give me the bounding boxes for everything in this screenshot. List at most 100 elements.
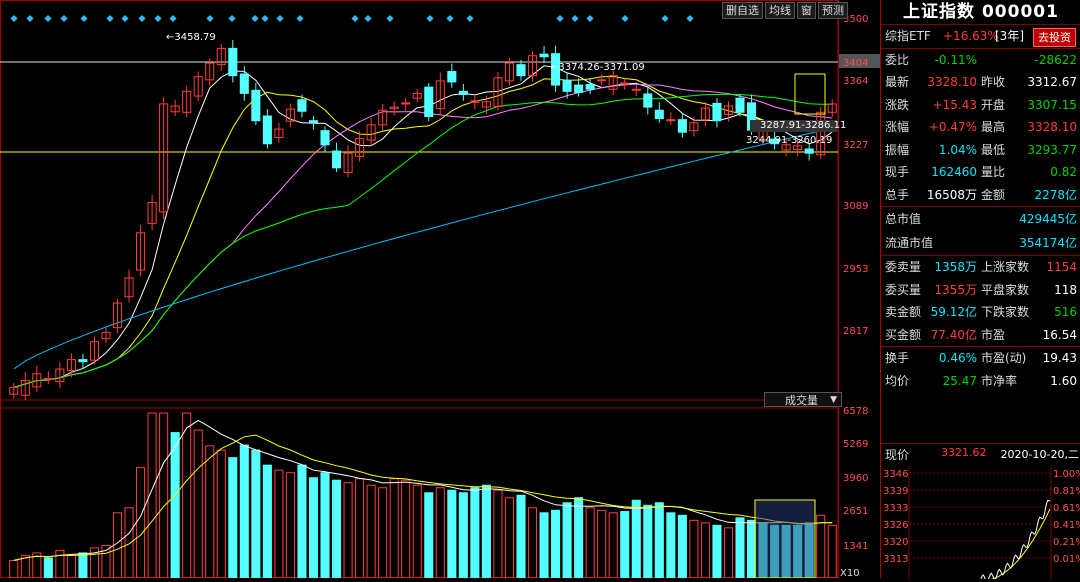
volume-bar [378,487,388,579]
volume-bar [285,472,295,579]
order-value-right: 16.54 [1042,327,1077,342]
float-value: 354174亿 [1019,236,1077,250]
volume-bar [262,464,272,579]
price-axis-label: 2953 [843,264,868,275]
volume-bar [631,499,641,579]
quote-value-right: 0.82 [1050,165,1077,179]
signal-marker [106,14,114,23]
etf-value: +16.63% [943,29,999,43]
candle-body [239,73,249,94]
intraday-pct-label: 0.81% [1053,486,1080,497]
signal-marker [296,14,304,23]
signal-marker [10,14,18,23]
candle-body [78,359,88,363]
order-label: 卖金额 [885,305,922,319]
invest-button[interactable]: 去投资 [1033,28,1076,47]
intraday-svg: 3346 1.00% 3339 0.81% 3333 0.61% 3326 0.41% 3320… [883,466,1080,579]
volume-bar [9,559,19,579]
order-label: 买金额 [885,327,922,342]
volume-bar [355,478,365,579]
order-row: 卖金额 59.12亿 下跌家数 516 [881,301,1080,324]
forecast-button[interactable]: 预测 [818,2,848,19]
order-value: 77.40亿 [930,327,977,342]
signal-marker [206,14,214,23]
volume-bar [193,429,203,579]
intraday-price-label: 3346 [883,469,908,480]
price-axis-label: 3364 [843,76,868,87]
range-annotation-2: 3287.91-3286.11 [760,120,846,131]
quote-label: 最新 [885,75,910,89]
market-value-label: 总市值 [885,212,922,226]
candle-body [539,53,549,58]
order-label-right: 平盘家数 [981,282,1030,297]
signal-marker [251,14,259,23]
quote-value: -0.11% [934,52,977,67]
volume-bar [597,509,607,579]
quote-rows: 委比 -0.11% -28622 最新 3328.10 昨收 3312.67 涨跌 +15.43… [881,49,1080,207]
signal-marker [621,14,629,23]
quote-row: 现手 162460 量比 0.82 [881,161,1080,184]
ratio-label-right: 市盈(动) [981,351,1027,365]
quote-label: 总手 [885,187,910,202]
quote-value-right: 3312.67 [1027,75,1077,89]
volume-bar [447,489,457,579]
volume-bar [562,502,572,579]
signal-marker [466,14,474,23]
intraday-price-label: 3313 [883,554,908,565]
volume-unit: X10 [840,568,860,578]
volume-bar [412,484,422,579]
volume-bar [251,449,261,579]
order-row: 买金额 77.40亿 市盈 16.54 [881,324,1080,347]
signal-marker [138,14,146,23]
volume-bar [458,492,468,579]
signal-marker [154,14,162,23]
chart-labels: 3500340433643227308929532817←3458.79←337… [166,14,880,579]
volume-bar [827,524,837,579]
signal-marker [586,14,594,23]
signal-marker [661,14,669,23]
candle-body [228,47,238,77]
quote-value-right: 3307.15 [1027,97,1077,112]
candle-body [620,82,630,85]
float-value-row: 流通市值 354174亿 [881,231,1080,255]
volume-bars [9,412,837,579]
volume-bar [43,557,53,579]
volume-bar [643,504,653,579]
remove-favorite-button[interactable]: 删自选 [722,2,763,19]
volume-bar [55,549,65,579]
candle-body [297,99,307,112]
quote-label-right: 最低 [981,142,1006,157]
intraday-price-label: 3333 [883,503,908,514]
volume-bar [481,484,491,579]
quote-value-right: 3328.10 [1027,120,1077,134]
volume-bar [424,492,434,579]
range-annotation-3: 3244.91-3260.19 [746,135,832,146]
intraday-chart[interactable]: 现价 3321.62 2020-10-20,二 33461.00%33390.8… [881,443,1080,579]
candle-body [251,89,261,122]
signal-marker [169,14,177,23]
signal-marker [80,14,88,23]
window-button[interactable]: 窗 [797,2,816,19]
volume-bar [170,432,180,579]
intraday-pct-label: 1.00% [1053,469,1080,480]
quote-row: 最新 3328.10 昨收 3312.67 [881,71,1080,94]
ma-button[interactable]: 均线 [765,2,795,19]
index-title: 上证指数 000001 [881,0,1080,25]
volume-bar [182,412,192,579]
order-label-right: 上涨家数 [981,260,1030,274]
candle-body [712,102,722,122]
quote-value: 16508万 [926,187,977,202]
quote-label: 振幅 [885,142,910,157]
kline-chart[interactable]: 3500340433643227308929532817←3458.79←337… [0,0,880,579]
candle-body [43,377,53,380]
candle-body [447,70,457,83]
quote-value: 162460 [931,165,977,179]
kline-chart-area[interactable]: 3500 3404 3364 3227 3089 2953 2817 ←3458.79 ←337… [0,0,880,579]
volume-bar [216,449,226,579]
quote-label-right: 最高 [981,120,1006,134]
volume-selector[interactable]: 成交量 ▼ [764,392,842,407]
volume-bar [747,519,757,579]
market-value-row: 总市值 429445亿 [881,206,1080,231]
quote-value-right: 3293.77 [1027,142,1077,157]
quote-label: 现手 [885,165,910,179]
